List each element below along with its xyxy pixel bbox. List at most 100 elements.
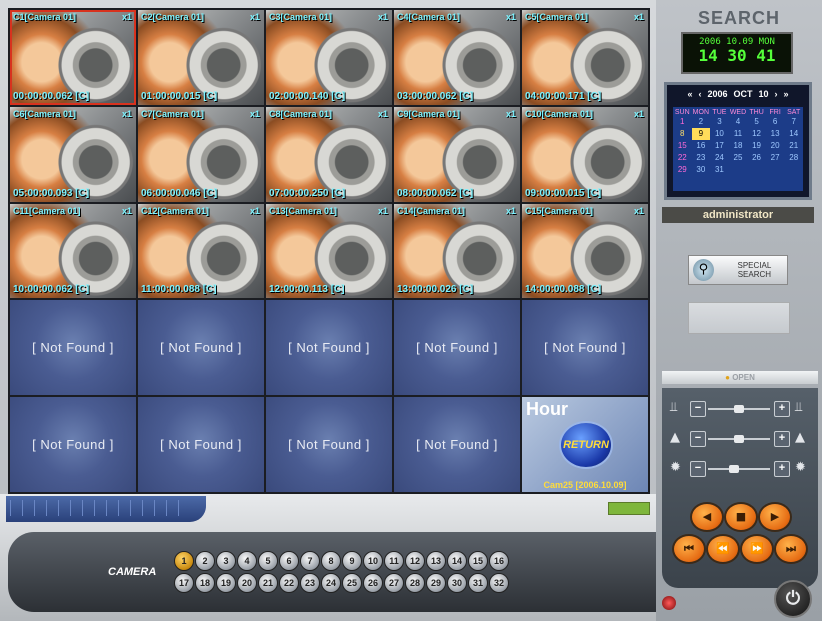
not-found-tile[interactable]: [ Not Found ] (522, 300, 648, 396)
camera-button-11[interactable]: 11 (384, 551, 404, 571)
calendar-day-cell[interactable]: 7 (784, 116, 803, 128)
slider-knob[interactable] (734, 435, 744, 443)
calendar-day-cell[interactable]: 25 (729, 152, 748, 164)
calendar-day-cell[interactable]: 17 (710, 140, 729, 152)
prev-month-icon[interactable]: ‹ (698, 89, 701, 99)
slider-knob[interactable] (729, 465, 739, 473)
calendar-day-cell[interactable]: 18 (729, 140, 748, 152)
camera-button-15[interactable]: 15 (468, 551, 488, 571)
camera-button-20[interactable]: 20 (237, 573, 257, 593)
timeline-bar[interactable] (6, 496, 206, 522)
calendar-day-cell[interactable]: 28 (784, 152, 803, 164)
camera-tile[interactable]: C11[Camera 01] x1 10:00:00.062 [C] (10, 203, 136, 299)
increase-button[interactable]: + (774, 431, 790, 447)
lock-icon[interactable] (662, 596, 676, 610)
camera-button-27[interactable]: 27 (384, 573, 404, 593)
decrease-button[interactable]: − (690, 401, 706, 417)
special-search-button[interactable]: ⚲ SPECIAL SEARCH (688, 255, 788, 285)
calendar-day-cell[interactable]: 10 (710, 128, 729, 140)
camera-button-25[interactable]: 25 (342, 573, 362, 593)
calendar-day-cell[interactable]: 24 (710, 152, 729, 164)
calendar-day-cell[interactable]: 27 (766, 152, 785, 164)
camera-button-14[interactable]: 14 (447, 551, 467, 571)
camera-tile[interactable]: C5[Camera 01] x1 04:00:00.171 [C] (522, 10, 648, 105)
camera-tile[interactable]: C9[Camera 01] x1 08:00:00.062 [C] (394, 106, 520, 202)
camera-tile[interactable]: C10[Camera 01] x1 09:00:00.015 [C] (522, 106, 648, 202)
adjust-slider[interactable]: ⫫ − + ⫫ (668, 400, 812, 418)
camera-button-5[interactable]: 5 (258, 551, 278, 571)
calendar-day-cell[interactable]: 5 (747, 116, 766, 128)
camera-tile[interactable]: C14[Camera 01] x1 13:00:00.026 [C] (394, 203, 520, 299)
camera-button-31[interactable]: 31 (468, 573, 488, 593)
not-found-tile[interactable]: [ Not Found ] (138, 397, 264, 492)
calendar-day-cell[interactable]: 15 (673, 140, 692, 152)
camera-tile[interactable]: C8[Camera 01] x1 07:00:00.250 [C] (266, 106, 392, 202)
calendar-day-cell[interactable]: 29 (673, 164, 692, 176)
camera-button-26[interactable]: 26 (363, 573, 383, 593)
calendar-day-cell[interactable]: 6 (766, 116, 785, 128)
calendar-day-cell[interactable]: 22 (673, 152, 692, 164)
camera-tile[interactable]: C6[Camera 01] x1 05:00:00.093 [C] (10, 106, 136, 202)
power-button[interactable]: ⏻ (774, 580, 812, 618)
calendar-day-cell[interactable]: 4 (729, 116, 748, 128)
camera-button-7[interactable]: 7 (300, 551, 320, 571)
not-found-tile[interactable]: [ Not Found ] (10, 397, 136, 492)
camera-button-8[interactable]: 8 (321, 551, 341, 571)
calendar-day-cell[interactable]: 23 (692, 152, 711, 164)
camera-button-18[interactable]: 18 (195, 573, 215, 593)
camera-button-28[interactable]: 28 (405, 573, 425, 593)
calendar-day-cell[interactable]: 8 (673, 128, 692, 140)
camera-button-21[interactable]: 21 (258, 573, 278, 593)
camera-button-22[interactable]: 22 (279, 573, 299, 593)
calendar-day-cell[interactable]: 14 (784, 128, 803, 140)
decrease-button[interactable]: − (690, 431, 706, 447)
next-year-icon[interactable]: » (784, 89, 789, 99)
camera-tile[interactable]: C7[Camera 01] x1 06:00:00.046 [C] (138, 106, 264, 202)
open-bar[interactable]: ● OPEN (662, 371, 818, 384)
calendar-day-cell[interactable]: 31 (710, 164, 729, 176)
camera-button-29[interactable]: 29 (426, 573, 446, 593)
camera-button-17[interactable]: 17 (174, 573, 194, 593)
play-button[interactable]: ▶ (758, 502, 792, 532)
camera-button-10[interactable]: 10 (363, 551, 383, 571)
calendar-day-cell[interactable]: 1 (673, 116, 692, 128)
calendar-day-cell[interactable]: 3 (710, 116, 729, 128)
step-forward-button[interactable]: ⏩ (740, 534, 774, 564)
calendar-day-cell[interactable]: 20 (766, 140, 785, 152)
calendar-day-cell[interactable]: 2 (692, 116, 711, 128)
camera-button-2[interactable]: 2 (195, 551, 215, 571)
rewind-play-button[interactable]: ◀ (690, 502, 724, 532)
camera-tile[interactable]: C1[Camera 01] x1 00:00:00.062 [C] (10, 10, 136, 105)
not-found-tile[interactable]: [ Not Found ] (394, 397, 520, 492)
adjust-slider[interactable]: ✹ − + ✹ (668, 460, 812, 478)
camera-tile[interactable]: C15[Camera 01] x1 14:00:00.088 [C] (522, 203, 648, 299)
calendar-day-cell[interactable]: 30 (692, 164, 711, 176)
prev-year-icon[interactable]: « (687, 89, 692, 99)
camera-button-1[interactable]: 1 (174, 551, 194, 571)
skip-end-button[interactable]: ⏭ (774, 534, 808, 564)
step-back-button[interactable]: ⏪ (706, 534, 740, 564)
camera-tile[interactable]: C4[Camera 01] x1 03:00:00.062 [C] (394, 10, 520, 105)
not-found-tile[interactable]: [ Not Found ] (138, 300, 264, 396)
camera-tile[interactable]: C12[Camera 01] x1 11:00:00.088 [C] (138, 203, 264, 299)
camera-button-23[interactable]: 23 (300, 573, 320, 593)
not-found-tile[interactable]: [ Not Found ] (10, 300, 136, 396)
camera-button-13[interactable]: 13 (426, 551, 446, 571)
calendar-day-cell[interactable]: 21 (784, 140, 803, 152)
camera-button-16[interactable]: 16 (489, 551, 509, 571)
camera-button-3[interactable]: 3 (216, 551, 236, 571)
camera-button-19[interactable]: 19 (216, 573, 236, 593)
slider-knob[interactable] (734, 405, 744, 413)
not-found-tile[interactable]: [ Not Found ] (394, 300, 520, 396)
camera-button-30[interactable]: 30 (447, 573, 467, 593)
camera-button-9[interactable]: 9 (342, 551, 362, 571)
increase-button[interactable]: + (774, 401, 790, 417)
adjust-slider[interactable]: ▲ − + ▲ (668, 430, 812, 448)
camera-button-12[interactable]: 12 (405, 551, 425, 571)
calendar-day-cell[interactable]: 26 (747, 152, 766, 164)
not-found-tile[interactable]: [ Not Found ] (266, 397, 392, 492)
camera-button-4[interactable]: 4 (237, 551, 257, 571)
not-found-tile[interactable]: [ Not Found ] (266, 300, 392, 396)
camera-button-6[interactable]: 6 (279, 551, 299, 571)
next-month-icon[interactable]: › (775, 89, 778, 99)
